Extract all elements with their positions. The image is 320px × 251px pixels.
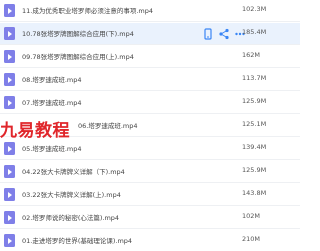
file-size: 125.1M [242, 120, 267, 128]
file-name: 07.塔罗速成班.mp4 [22, 99, 82, 107]
mobile-icon[interactable] [202, 28, 214, 40]
file-size: 210M [242, 235, 261, 243]
video-file-icon [4, 96, 15, 109]
video-file-icon [4, 142, 15, 155]
file-size: 143.8M [242, 189, 267, 197]
file-row[interactable]: 11.成为优秀职业塔罗师必须注意的事项.mp4 102.3M [0, 0, 300, 22]
file-size: 125.9M [242, 166, 267, 174]
file-row[interactable]: 09.78张塔罗牌图解综合应用(上).mp4 162M [0, 46, 300, 68]
file-row[interactable]: 05.塔罗速成班.mp4 139.4M [0, 138, 300, 160]
video-file-icon [4, 27, 15, 40]
file-size: 113.7M [242, 74, 267, 82]
file-name: 05.塔罗速成班.mp4 [22, 145, 82, 153]
file-name: 11.成为优秀职业塔罗师必须注意的事项.mp4 [22, 7, 153, 15]
file-size: 139.4M [242, 143, 267, 151]
file-size: 185.4M [242, 28, 267, 36]
file-name: 09.78张塔罗牌图解综合应用(上).mp4 [22, 53, 134, 61]
video-file-icon [4, 50, 15, 63]
file-name: 02.塔罗师说的秘密(心法篇).mp4 [22, 214, 120, 222]
file-name: 01.走进塔罗的世界(基础理论课).mp4 [22, 237, 133, 245]
file-size: 125.9M [242, 97, 267, 105]
video-file-icon [4, 4, 15, 17]
file-name: 04.22张大卡牌牌义详解（下).mp4 [22, 168, 125, 176]
file-name: 08.塔罗速成班.mp4 [22, 76, 82, 84]
file-size: 102.3M [242, 5, 267, 13]
file-row[interactable]: 04.22张大卡牌牌义详解（下).mp4 125.9M [0, 161, 300, 183]
file-row[interactable]: 03.22张大卡牌牌义详解(上).mp4 143.8M [0, 184, 300, 206]
video-file-icon [4, 234, 15, 247]
video-file-icon [4, 165, 15, 178]
file-name: 03.22张大卡牌牌义详解(上).mp4 [22, 191, 121, 199]
watermark-text: 九易教程 [0, 121, 70, 141]
file-row[interactable]: 01.走进塔罗的世界(基础理论课).mp4 210M [0, 230, 300, 251]
file-row[interactable]: 07.塔罗速成班.mp4 125.9M [0, 92, 300, 114]
file-name: 06.塔罗速成班.mp4 [78, 122, 138, 130]
file-size: 162M [242, 51, 261, 59]
file-row[interactable]: 08.塔罗速成班.mp4 113.7M [0, 69, 300, 91]
file-row-selected[interactable]: 10.78张塔罗牌图解综合应用(下).mp4 185.4M [0, 23, 300, 45]
video-file-icon [4, 188, 15, 201]
file-size: 102M [242, 212, 261, 220]
share-icon[interactable] [218, 28, 230, 40]
video-file-icon [4, 211, 15, 224]
file-name: 10.78张塔罗牌图解综合应用(下).mp4 [22, 30, 134, 38]
file-list: 11.成为优秀职业塔罗师必须注意的事项.mp4 102.3M 10.78张塔罗牌… [0, 0, 300, 251]
video-file-icon [4, 73, 15, 86]
file-row[interactable]: 02.塔罗师说的秘密(心法篇).mp4 102M [0, 207, 300, 229]
